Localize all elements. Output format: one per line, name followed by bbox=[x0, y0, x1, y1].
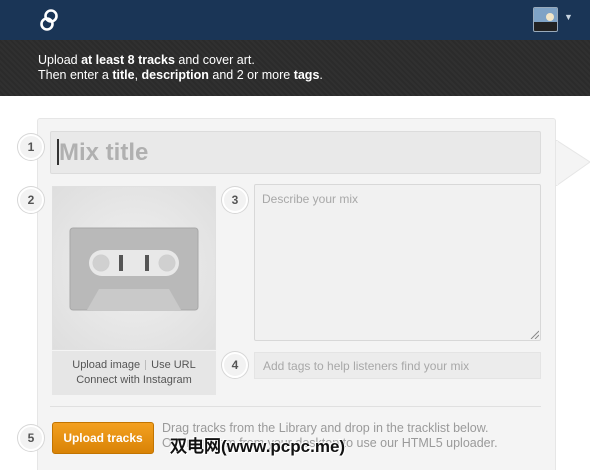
top-bar: ▼ bbox=[0, 0, 590, 40]
connect-instagram-link[interactable]: Connect with Instagram bbox=[76, 374, 192, 386]
avatar[interactable] bbox=[533, 7, 558, 32]
resize-grip-icon[interactable] bbox=[530, 330, 539, 339]
text-caret bbox=[57, 139, 59, 165]
cover-art-dropzone[interactable] bbox=[52, 186, 216, 350]
step-badge-1: 1 bbox=[18, 134, 44, 160]
logo-icon[interactable] bbox=[37, 8, 61, 32]
section-divider bbox=[50, 406, 541, 407]
step-badge-2: 2 bbox=[18, 187, 44, 213]
step-badge-4: 4 bbox=[222, 352, 248, 378]
instruction-banner: Upload at least 8 tracks and cover art. … bbox=[0, 40, 590, 96]
watermark-text: 双电网(www.pcpc.me) bbox=[170, 437, 346, 456]
cover-art-options: Upload image Use URL Connect with Instagr… bbox=[52, 351, 216, 395]
panel-pointer bbox=[556, 140, 590, 186]
upload-image-link[interactable]: Upload image bbox=[72, 359, 140, 371]
chevron-down-icon[interactable]: ▼ bbox=[564, 12, 573, 22]
banner-line-1: Upload at least 8 tracks and cover art. bbox=[38, 53, 255, 67]
cassette-icon bbox=[69, 227, 199, 311]
banner-line-2: Then enter a title, description and 2 or… bbox=[38, 68, 323, 82]
mix-title-input[interactable] bbox=[50, 131, 541, 174]
step-badge-3: 3 bbox=[222, 187, 248, 213]
mix-description-textarea[interactable] bbox=[254, 184, 541, 341]
use-url-link[interactable]: Use URL bbox=[151, 359, 196, 371]
divider bbox=[145, 360, 147, 371]
upload-tracks-button[interactable]: Upload tracks bbox=[52, 422, 154, 454]
step-badge-5: 5 bbox=[18, 425, 44, 451]
tags-input[interactable] bbox=[254, 352, 541, 379]
